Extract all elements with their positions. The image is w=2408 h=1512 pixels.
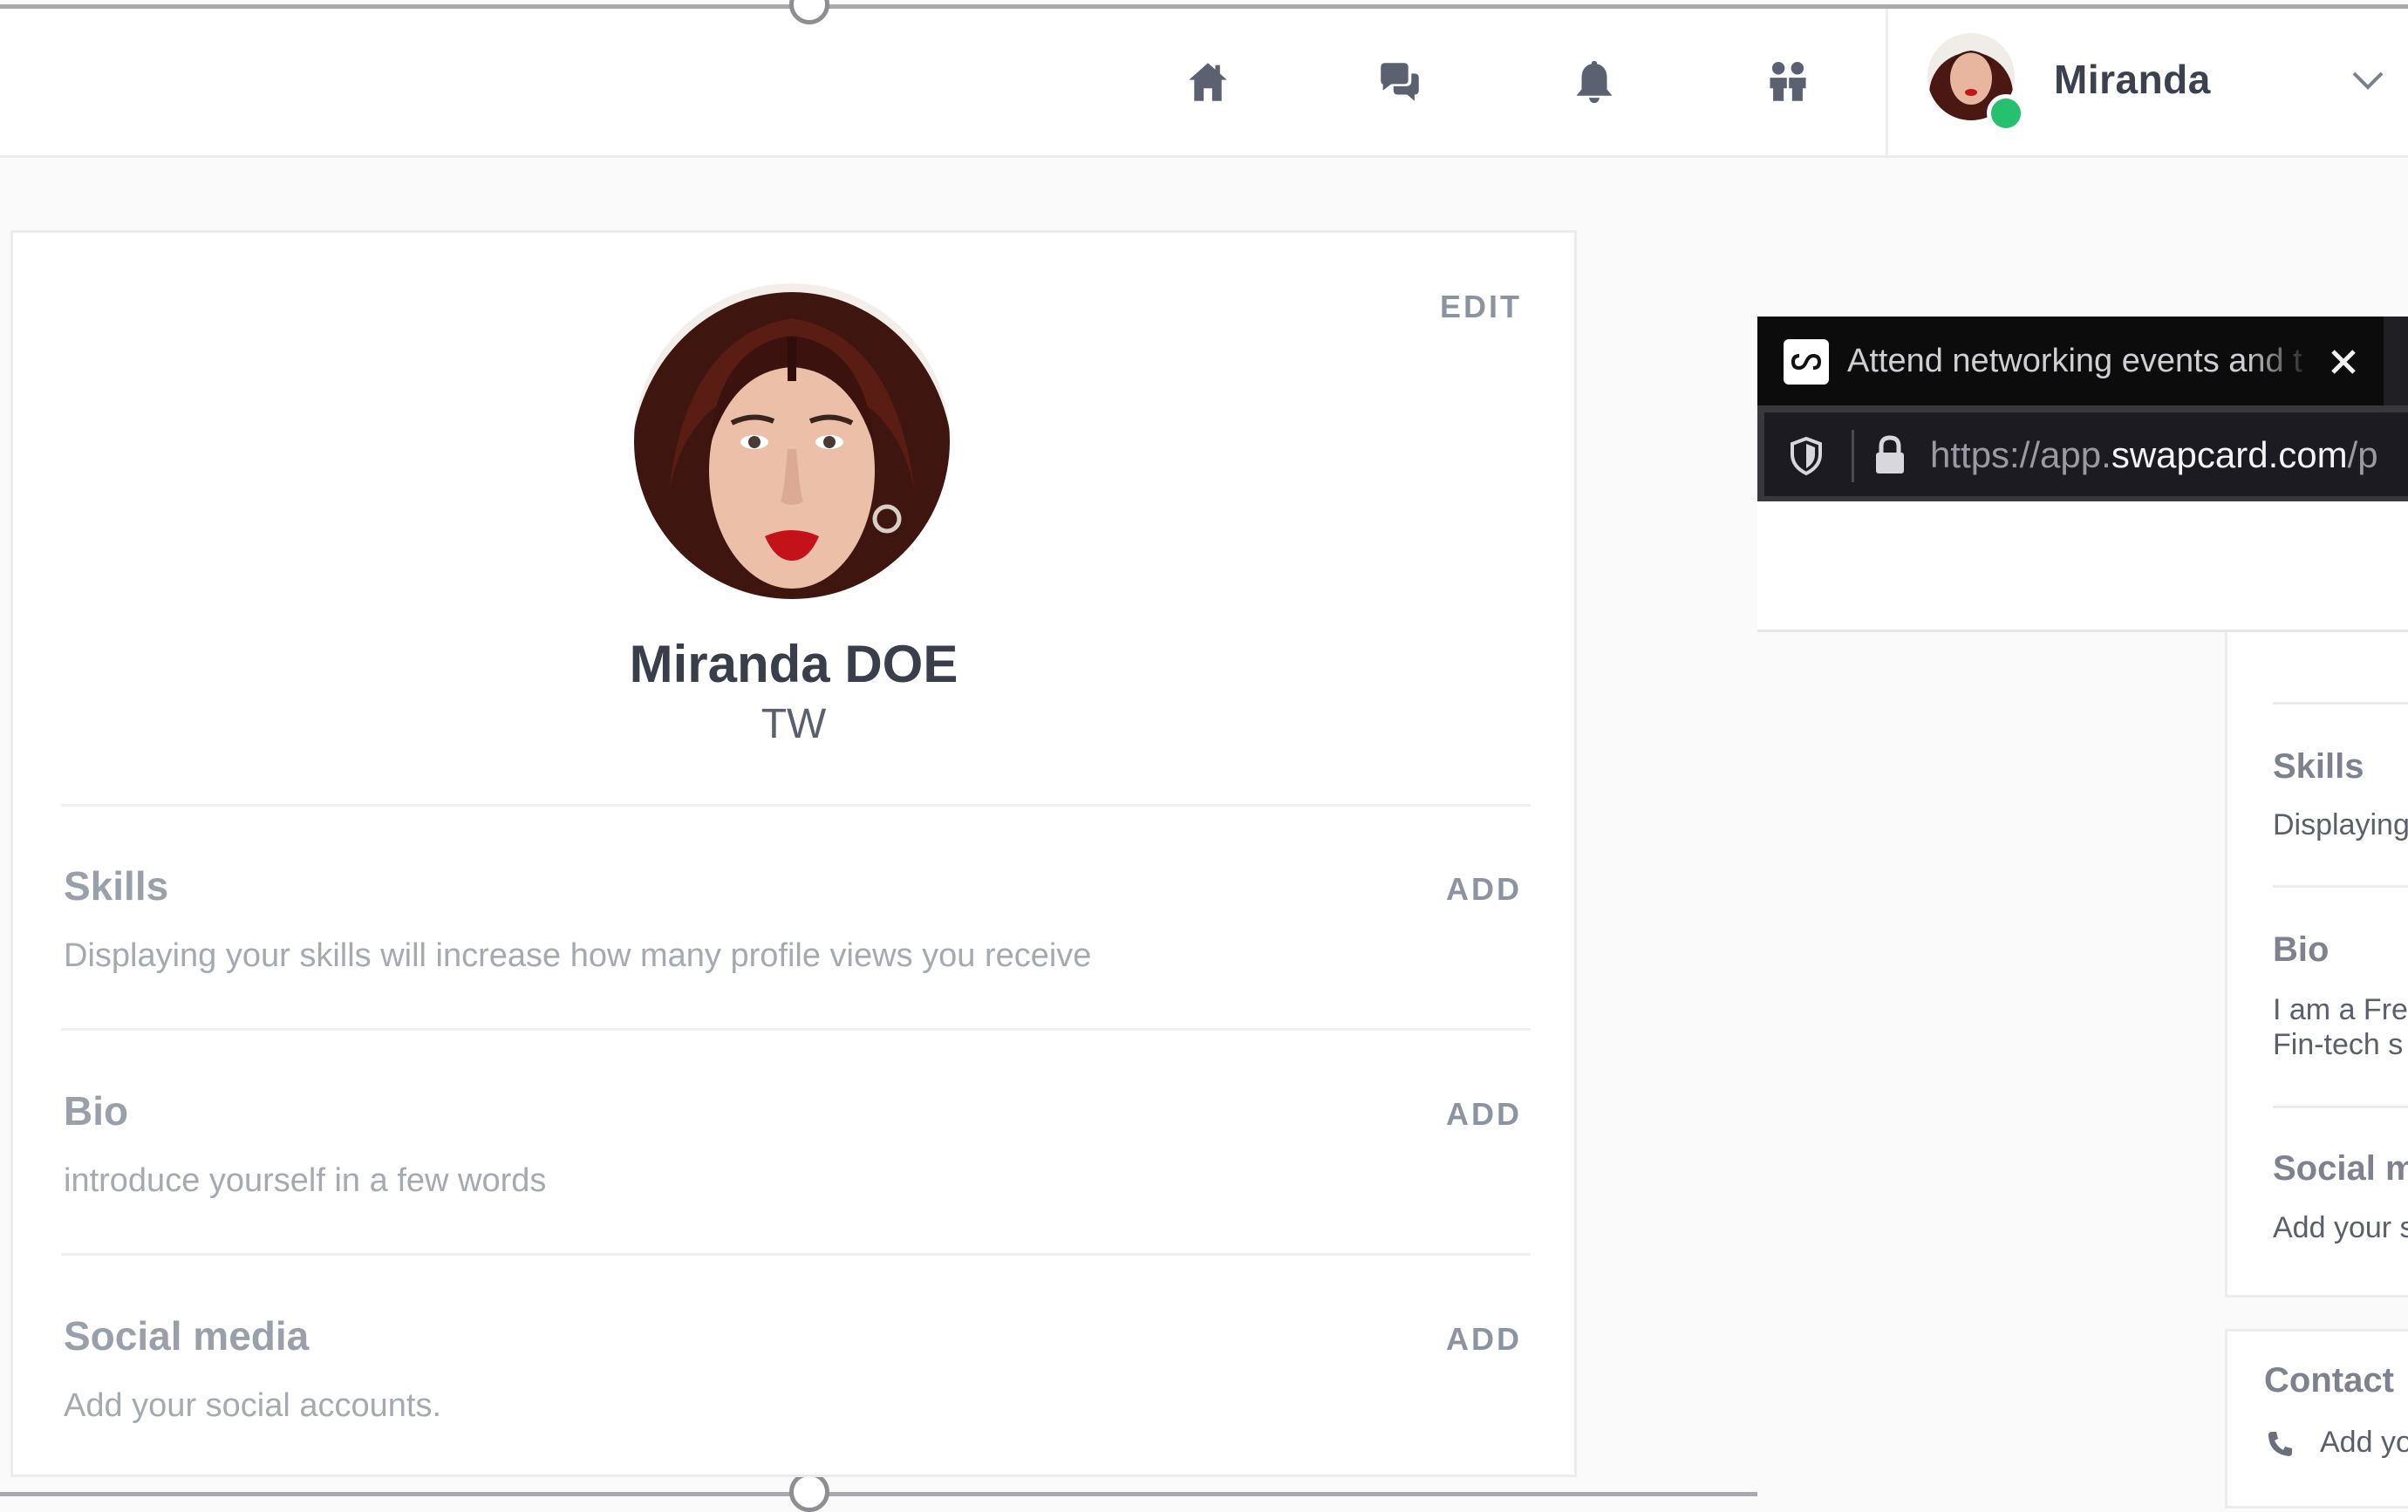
phone-icon <box>2266 1429 2295 1459</box>
add-bio-button[interactable]: ADD <box>1446 1096 1522 1133</box>
close-icon[interactable] <box>2324 343 2363 381</box>
panel-bio-line-2: Fin-tech s <box>2273 1028 2404 1061</box>
shield-icon[interactable] <box>1787 435 1825 477</box>
panel-social-title: Social m <box>2273 1149 2408 1188</box>
bio-title: Bio <box>64 1088 129 1134</box>
panel-skills-title: Skills <box>2273 747 2364 786</box>
url-text[interactable]: https://app.swapcard.com/p <box>1930 428 2378 482</box>
panel-divider <box>2273 885 2408 888</box>
url-field[interactable]: https://app.swapcard.com/p <box>1764 412 2408 496</box>
right-profile-panel: Skills Displaying Bio I am a Fre Fin-tec… <box>2225 632 2408 1297</box>
browser-url-bar: https://app.swapcard.com/p <box>1757 405 2408 501</box>
url-prefix: https://app. <box>1930 434 2111 475</box>
people-icon[interactable] <box>1753 49 1823 115</box>
url-suffix: /p <box>2347 434 2378 475</box>
chevron-down-icon[interactable] <box>2350 68 2385 94</box>
bell-icon[interactable] <box>1559 49 1629 115</box>
bio-description: introduce yourself in a few words <box>64 1162 547 1199</box>
user-name: Miranda <box>2054 57 2211 102</box>
swapcard-favicon-icon <box>1784 339 1829 385</box>
profile-company: TW <box>761 701 827 747</box>
social-media-title: Social media <box>64 1313 310 1359</box>
add-skills-button[interactable]: ADD <box>1446 871 1522 908</box>
add-social-media-button[interactable]: ADD <box>1446 1321 1522 1358</box>
next-tab-edge[interactable] <box>2384 317 2408 405</box>
panel-bio-title: Bio <box>2273 930 2330 969</box>
section-divider <box>61 1028 1531 1031</box>
browser-popup-window: Attend networking events and t https://a… <box>1757 317 2408 632</box>
browser-tab-bar: Attend networking events and t <box>1757 317 2408 405</box>
panel-skills-description: Displaying <box>2273 808 2408 841</box>
contact-title: Contact <box>2264 1361 2394 1400</box>
panel-social-description: Add your s <box>2273 1211 2408 1244</box>
contact-panel: Contact Add yo <box>2225 1329 2408 1509</box>
chat-icon[interactable] <box>1365 49 1435 115</box>
url-domain: swapcard.com <box>2111 434 2348 475</box>
profile-photo <box>634 283 950 599</box>
selection-handle-bottom[interactable] <box>789 1472 829 1512</box>
selection-guide-bottom <box>0 1492 1757 1496</box>
tab-title-fade <box>2246 334 2316 388</box>
popup-page-content <box>1757 501 2408 632</box>
top-nav-bar: Miranda <box>0 7 2408 158</box>
home-icon[interactable] <box>1173 49 1243 115</box>
user-menu[interactable]: Miranda <box>1886 7 2408 155</box>
section-divider <box>61 1253 1531 1256</box>
section-divider <box>61 804 1531 807</box>
skills-description: Displaying your skills will increase how… <box>64 937 1092 974</box>
url-separator <box>1852 430 1854 482</box>
social-media-description: Add your social accounts. <box>64 1387 442 1424</box>
panel-divider <box>2273 1106 2408 1108</box>
profile-full-name: Miranda DOE <box>629 635 958 693</box>
panel-divider <box>2273 702 2408 705</box>
contact-description: Add yo <box>2320 1426 2408 1459</box>
selection-guide-top <box>0 4 2408 9</box>
skills-title: Skills <box>64 863 169 909</box>
panel-bio-line-1: I am a Fre <box>2273 993 2408 1026</box>
browser-tab-title[interactable]: Attend networking events and t <box>1847 334 2309 388</box>
online-status-indicator <box>1987 94 2025 133</box>
lock-icon[interactable] <box>1871 433 1909 477</box>
edit-profile-button[interactable]: EDIT <box>1440 289 1522 325</box>
profile-card: EDIT Miranda DOE TW Skills Displaying yo… <box>10 230 1577 1477</box>
